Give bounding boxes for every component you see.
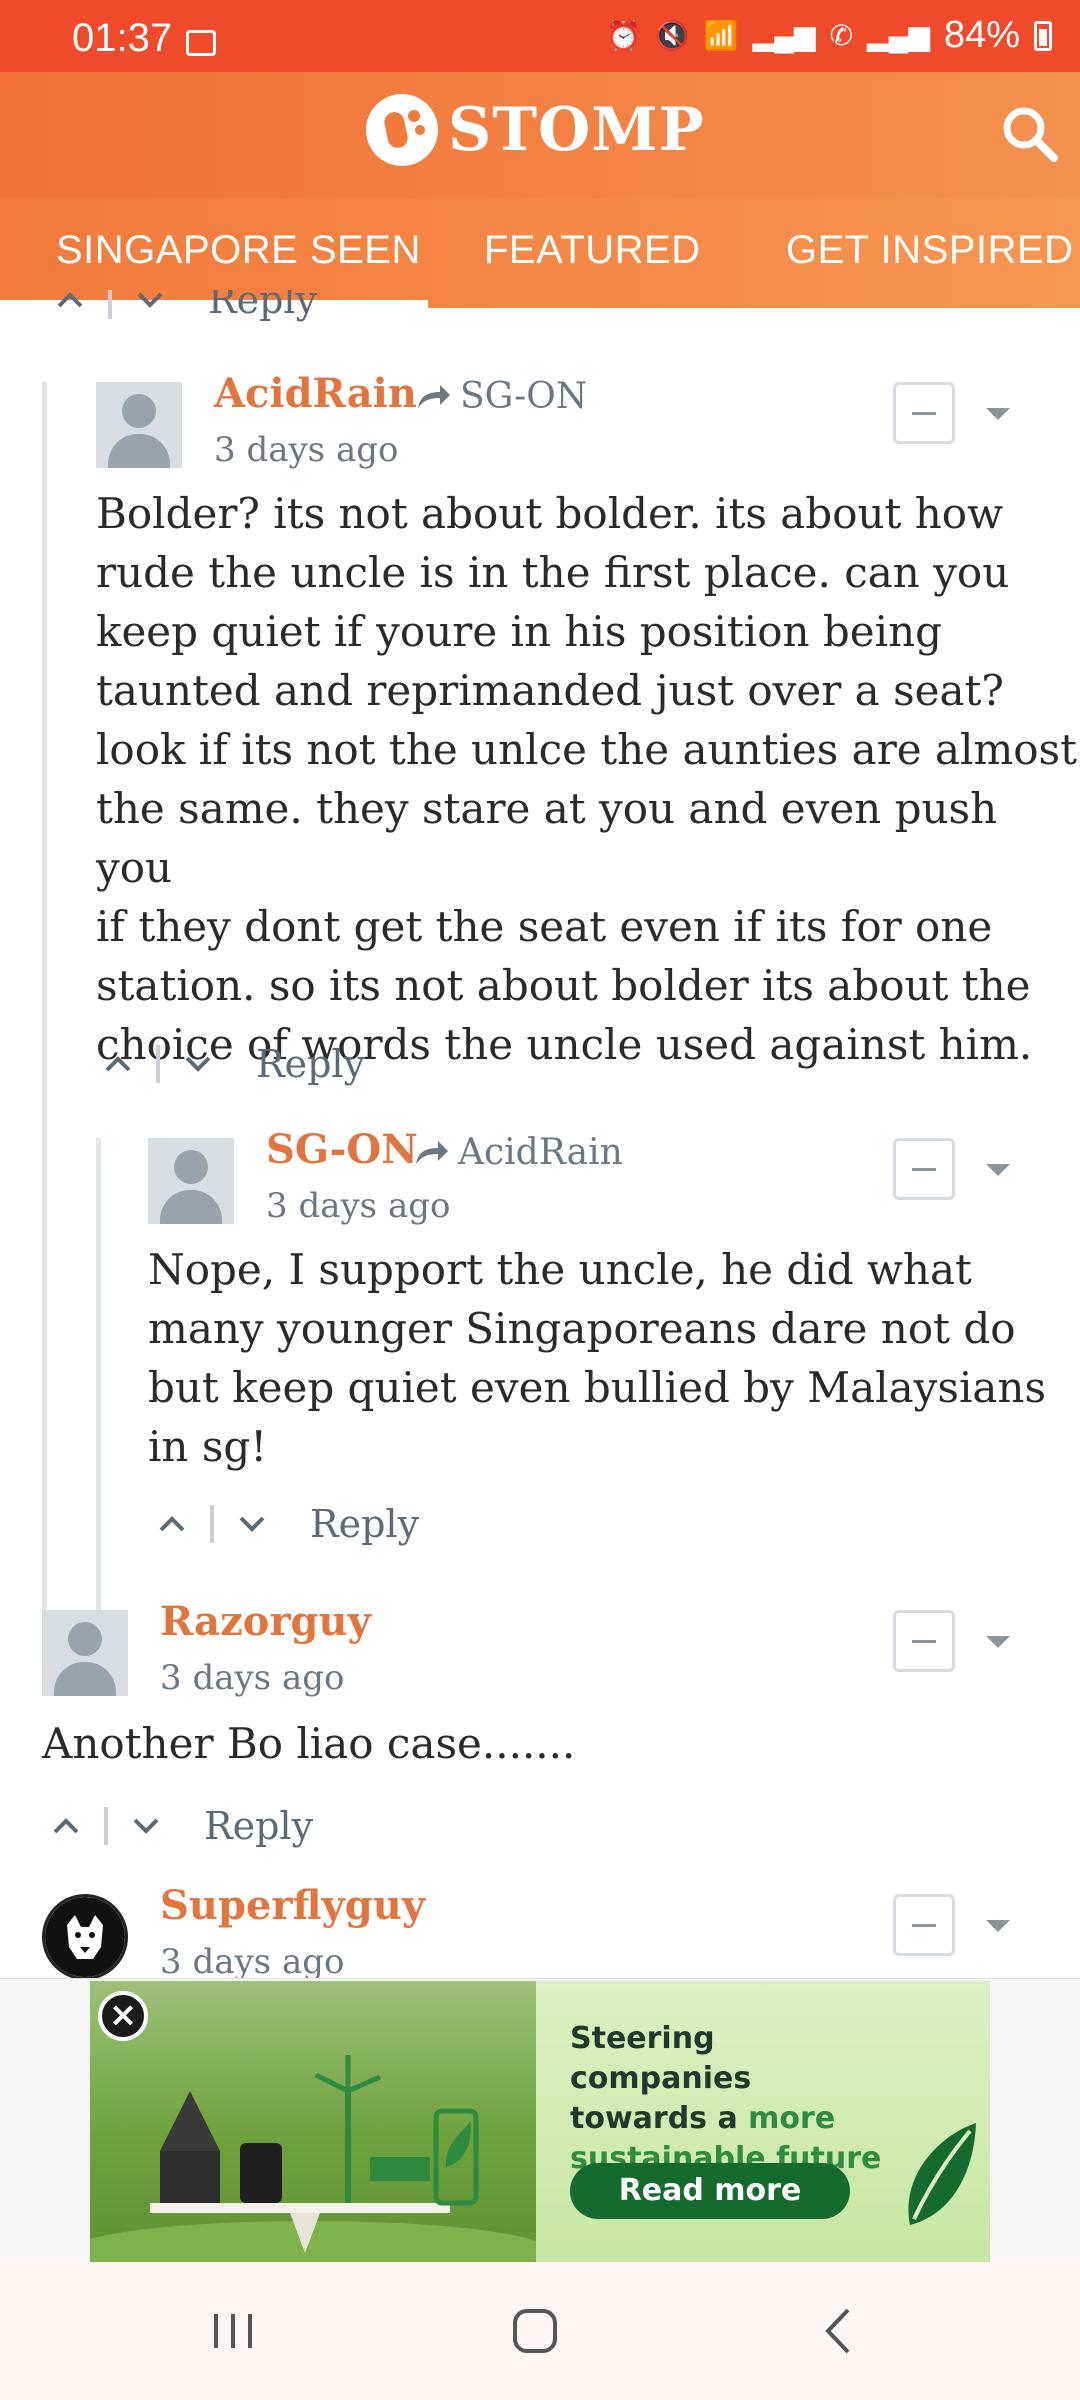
chevron-down-icon <box>185 1056 211 1072</box>
avatar[interactable] <box>148 1138 234 1224</box>
upvote-button[interactable] <box>44 1804 88 1848</box>
reply-button[interactable]: Reply <box>208 290 317 322</box>
collapse-button[interactable] <box>893 1610 955 1672</box>
mute-icon: 🔇 <box>654 19 690 51</box>
comments-section: Reply AcidRain SG-ON 3 days ago Bolder? … <box>0 290 1080 1980</box>
chevron-up-icon <box>105 1056 131 1072</box>
upvote-button[interactable] <box>96 1042 140 1086</box>
downvote-button[interactable] <box>176 1042 220 1086</box>
reply-button[interactable]: Reply <box>256 1042 365 1086</box>
stomp-logo[interactable]: STOMP <box>366 94 705 166</box>
collapse-button[interactable] <box>893 1138 955 1200</box>
reply-to[interactable]: SG-ON <box>414 376 587 417</box>
logo-text: STOMP <box>448 95 705 165</box>
ad-image <box>90 1981 550 2263</box>
search-button[interactable] <box>998 102 1062 166</box>
wifi-calling-icon: ✆ <box>829 19 854 51</box>
reply-to[interactable]: AcidRain <box>412 1132 623 1173</box>
downvote-button[interactable] <box>230 1502 274 1546</box>
comment-menu-caret-icon[interactable] <box>986 1164 1010 1176</box>
comment-time[interactable]: 3 days ago <box>214 430 398 470</box>
chevron-down-icon <box>137 292 163 308</box>
comment-body: Nope, I support the uncle, he did what m… <box>148 1245 1047 1471</box>
tab-singapore-seen[interactable]: SINGAPORE SEEN <box>56 228 421 273</box>
reply-to-name: SG-ON <box>460 376 588 417</box>
collapse-button[interactable] <box>893 382 955 444</box>
ad-read-more-button[interactable]: Read more <box>570 2163 850 2219</box>
comment-author[interactable]: SG-ON <box>266 1126 418 1173</box>
comment-menu-caret-icon[interactable] <box>986 408 1010 420</box>
thread-line <box>42 382 47 1644</box>
home-icon <box>513 2309 557 2353</box>
upvote-button[interactable] <box>48 290 92 322</box>
app-header: STOMP <box>0 72 1080 198</box>
upvote-button[interactable] <box>150 1502 194 1546</box>
comment-time[interactable]: 3 days ago <box>266 1186 450 1226</box>
ad-headline: Steering companies towards a more sustai… <box>570 2021 882 2176</box>
recent-apps-icon <box>214 2314 252 2348</box>
alarm-icon: ⏰ <box>606 19 641 51</box>
comment-menu-caret-icon[interactable] <box>986 1636 1010 1648</box>
wifi-icon: 📶 <box>703 19 739 51</box>
footprint-logo-icon <box>366 94 438 166</box>
vote-divider <box>210 1505 214 1543</box>
vote-row: Reply <box>150 1502 419 1546</box>
comment-time[interactable]: 3 days ago <box>160 1942 344 1980</box>
reply-button[interactable]: Reply <box>204 1804 313 1848</box>
lte-signal-icon: ▂▄▆ <box>752 19 816 51</box>
back-icon <box>825 2308 850 2354</box>
vote-divider <box>104 1807 108 1845</box>
vote-row: Reply <box>48 290 317 322</box>
avatar[interactable] <box>42 1894 128 1980</box>
thread-line <box>96 1138 101 1644</box>
downvote-button[interactable] <box>128 290 172 322</box>
back-button[interactable] <box>804 2296 874 2366</box>
dog-avatar-icon <box>45 1897 125 1977</box>
vote-divider <box>108 290 112 319</box>
chevron-down-icon <box>133 1818 159 1834</box>
system-nav-bar <box>0 2262 1080 2400</box>
status-icons: ⏰ 🔇 📶 ▂▄▆ ✆ ▂▄▆ 84% <box>606 14 1052 57</box>
downvote-button[interactable] <box>124 1804 168 1848</box>
chevron-up-icon <box>53 1818 79 1834</box>
comment-author[interactable]: Superflyguy <box>160 1882 425 1929</box>
chevron-up-icon <box>159 1516 185 1532</box>
comment-body: Bolder? its not about bolder. its about … <box>96 489 1077 1069</box>
tab-featured[interactable]: FEATURED <box>484 228 701 273</box>
comment-time[interactable]: 3 days ago <box>160 1658 344 1698</box>
search-icon <box>1003 107 1058 162</box>
tab-get-inspired[interactable]: GET INSPIRED <box>786 228 1074 273</box>
avatar[interactable] <box>42 1610 128 1696</box>
status-bar: 01:37 ⏰ 🔇 📶 ▂▄▆ ✆ ▂▄▆ 84% <box>0 0 1080 72</box>
chevron-down-icon <box>239 1516 265 1532</box>
battery-icon <box>1034 20 1052 51</box>
gallery-notification-icon <box>186 30 216 56</box>
status-time: 01:37 <box>72 16 173 60</box>
vote-divider <box>156 1045 160 1083</box>
sustainability-illustration <box>90 2055 550 2263</box>
reply-to-name: AcidRain <box>458 1132 623 1173</box>
vote-row: Reply <box>44 1804 313 1848</box>
vote-row: Reply <box>96 1042 365 1086</box>
comment-author[interactable]: AcidRain <box>214 370 417 417</box>
ad-container: Steering companies towards a more sustai… <box>0 1978 1080 2263</box>
reply-arrow-icon <box>418 384 450 408</box>
comment-menu-caret-icon[interactable] <box>986 1920 1010 1932</box>
recent-apps-button[interactable] <box>198 2296 268 2366</box>
collapse-button[interactable] <box>893 1894 955 1956</box>
battery-percent: 84% <box>943 14 1020 56</box>
avatar[interactable] <box>96 382 182 468</box>
leaf-icon <box>908 2123 976 2225</box>
reply-button[interactable]: Reply <box>310 1502 419 1546</box>
reply-arrow-icon <box>416 1140 448 1164</box>
comment-author[interactable]: Razorguy <box>160 1598 371 1645</box>
comment-body: Another Bo liao case....... <box>42 1719 576 1768</box>
home-button[interactable] <box>500 2296 570 2366</box>
chevron-up-icon <box>57 292 83 308</box>
signal-icon: ▂▄▆ <box>867 19 930 51</box>
ad-close-button[interactable]: × <box>98 1991 148 2041</box>
